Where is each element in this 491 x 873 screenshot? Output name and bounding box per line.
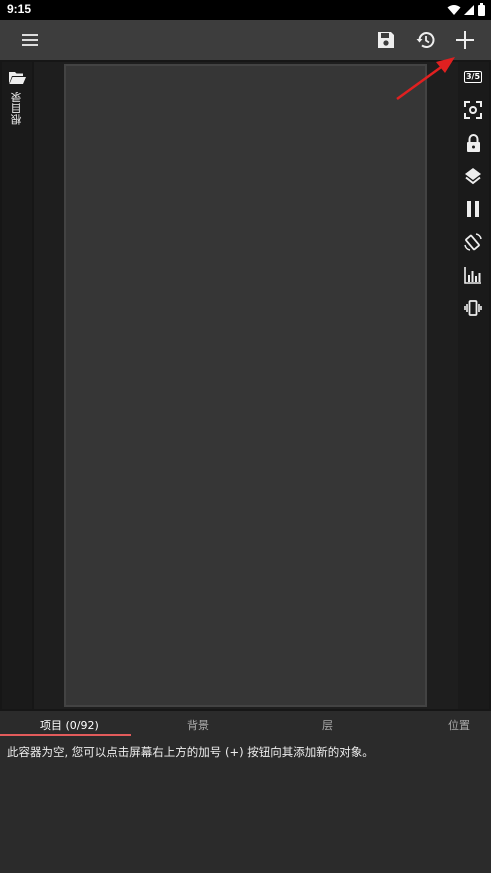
add-button[interactable] <box>451 26 479 54</box>
rotation-button[interactable] <box>462 231 484 253</box>
root-folder-button[interactable] <box>9 70 26 89</box>
vibration-icon <box>464 300 482 316</box>
screenshot-focus-icon <box>464 101 482 119</box>
toolbar <box>0 20 491 60</box>
menu-button[interactable] <box>16 26 44 54</box>
container-canvas[interactable] <box>64 64 427 707</box>
active-tab-indicator <box>0 734 131 736</box>
history-icon <box>416 32 435 49</box>
empty-container-message: 此容器为空, 您可以点击屏幕右上方的加号 (+) 按钮向其添加新的对象。 <box>7 745 374 759</box>
pause-icon <box>467 201 479 217</box>
display-toggle-button[interactable]: 3/5 <box>462 66 484 88</box>
status-icons <box>447 3 485 16</box>
tab-position[interactable]: 位置 <box>448 717 470 733</box>
display-badge-icon: 3/5 <box>463 71 483 83</box>
pause-button[interactable] <box>462 198 484 220</box>
tab-bar: 项目 (0/92) 背景 层 位置 <box>0 711 491 737</box>
tab-items[interactable]: 项目 (0/92) <box>40 717 99 733</box>
stats-button[interactable] <box>462 264 484 286</box>
vibration-button[interactable] <box>462 297 484 319</box>
bar-chart-icon <box>464 267 481 284</box>
status-time: 9:15 <box>7 2 32 16</box>
tab-content: 此容器为空, 您可以点击屏幕右上方的加号 (+) 按钮向其添加新的对象。 <box>0 737 491 873</box>
left-panel: 根目录 <box>2 62 32 709</box>
plus-icon <box>456 31 474 49</box>
focus-button[interactable] <box>462 99 484 121</box>
signal-icon <box>464 4 474 15</box>
layers-button[interactable] <box>462 165 484 187</box>
status-bar: 9:15 <box>0 0 491 20</box>
save-icon <box>378 32 394 48</box>
hamburger-menu-icon <box>22 34 38 46</box>
tab-background[interactable]: 背景 <box>187 717 209 733</box>
screen-rotation-icon <box>464 233 482 251</box>
wifi-icon <box>447 4 461 15</box>
workspace: 根目录 3/5 <box>0 60 491 711</box>
lock-button[interactable] <box>462 132 484 154</box>
right-panel: 3/5 <box>458 62 489 709</box>
layers-icon <box>465 168 481 185</box>
history-button[interactable] <box>412 26 440 54</box>
tab-layer[interactable]: 层 <box>322 717 333 733</box>
lock-icon <box>466 134 480 152</box>
folder-open-icon <box>9 72 26 84</box>
save-button[interactable] <box>372 26 400 54</box>
battery-icon <box>478 3 485 16</box>
root-directory-label[interactable]: 根目录 <box>10 92 25 125</box>
